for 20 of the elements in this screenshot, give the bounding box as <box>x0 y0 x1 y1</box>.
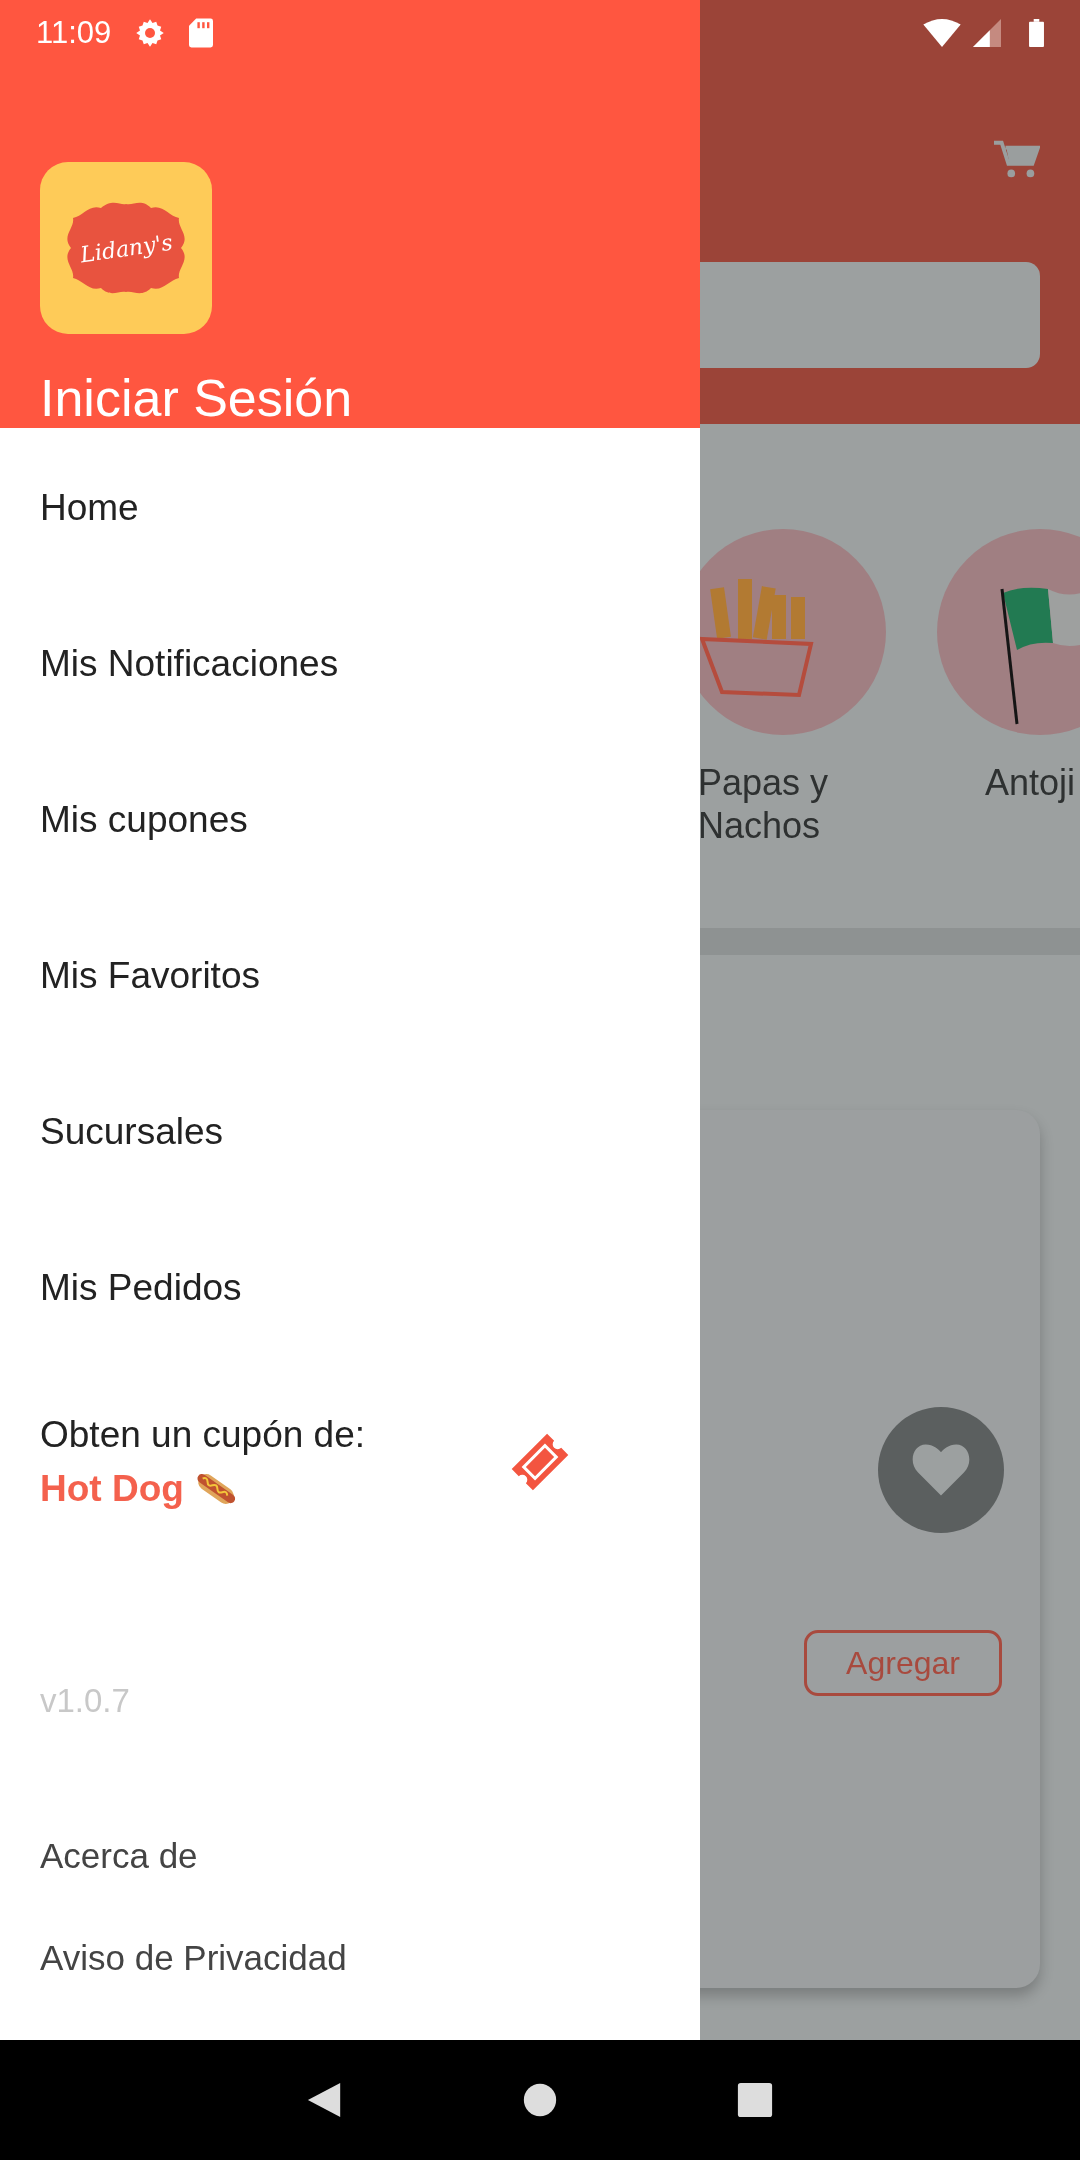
coupon-prompt: Obten un cupón de: <box>40 1413 367 1456</box>
cart-icon[interactable] <box>994 140 1040 180</box>
footer-link[interactable]: Acerca de <box>0 1836 238 1938</box>
app-logo: Lidany's <box>40 162 212 334</box>
category-label: Papas y Nachos <box>698 761 830 847</box>
wifi-icon <box>923 19 961 47</box>
menu-item[interactable]: Mis Pedidos <box>0 1220 700 1376</box>
menu-item[interactable]: Sucursales <box>0 1064 700 1220</box>
category-label: Antoji <box>985 761 1077 804</box>
menu-item[interactable]: Home <box>0 440 700 596</box>
footer-link[interactable]: Aviso de Privacidad <box>0 1938 387 2040</box>
status-time: 11:09 <box>36 15 112 51</box>
menu-item[interactable]: Mis Favoritos <box>0 908 700 1064</box>
settings-icon <box>135 18 166 48</box>
battery-icon <box>1029 19 1044 47</box>
home-icon[interactable] <box>521 2081 559 2119</box>
menu-item[interactable]: Mis cupones <box>0 752 700 908</box>
menu-item[interactable]: Mis Notificaciones <box>0 596 700 752</box>
signal-icon <box>973 19 1001 47</box>
recents-icon[interactable] <box>735 2081 774 2119</box>
